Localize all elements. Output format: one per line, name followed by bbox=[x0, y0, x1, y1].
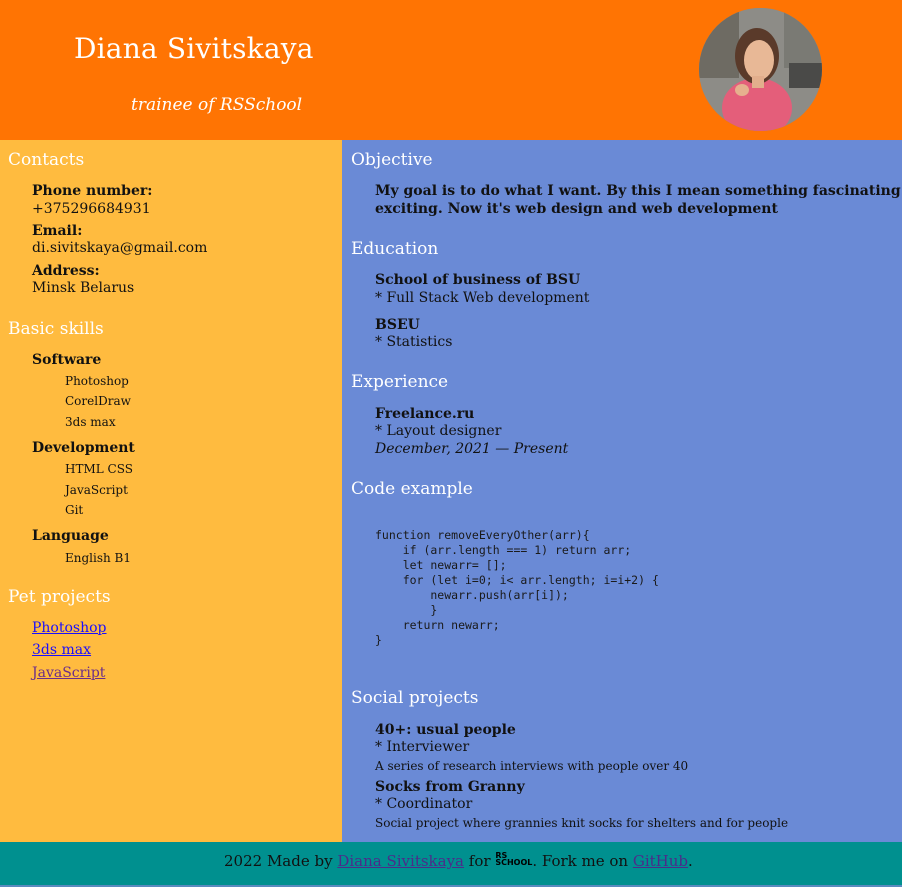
profile-photo bbox=[699, 8, 822, 131]
pet-project-link-3ds-max[interactable]: 3ds max bbox=[32, 642, 91, 658]
footer-made-by: 2022 Made by bbox=[224, 852, 338, 870]
skill-item: 3ds max bbox=[65, 415, 116, 429]
avatar bbox=[699, 8, 822, 131]
experience-heading: Experience bbox=[351, 372, 449, 392]
objective-text-line-2: exciting. Now it's web design and web de… bbox=[375, 201, 778, 217]
contacts-heading: Contacts bbox=[8, 150, 85, 170]
footer-for: for bbox=[464, 852, 496, 870]
code-example-heading: Code example bbox=[351, 479, 473, 499]
skill-item: JavaScript bbox=[65, 483, 128, 497]
social-project-desc: Social project where grannies knit socks… bbox=[375, 816, 789, 830]
social-project-title: 40+: usual people bbox=[375, 722, 516, 738]
author-link[interactable]: Diana Sivitskaya bbox=[337, 852, 464, 870]
experience-role: * Layout designer bbox=[375, 423, 502, 439]
skill-item: Photoshop bbox=[65, 374, 129, 388]
pet-project-link-javascript[interactable]: JavaScript bbox=[32, 665, 105, 681]
phone-label: Phone number: bbox=[32, 183, 153, 199]
objective-text-line-1: My goal is to do what I want. By this I … bbox=[375, 183, 902, 199]
code-block: function removeEveryOther(arr){ if (arr.… bbox=[375, 528, 659, 647]
social-project-role: * Coordinator bbox=[375, 796, 473, 812]
skills-heading: Basic skills bbox=[8, 319, 104, 339]
pet-projects-heading: Pet projects bbox=[8, 587, 111, 607]
education-detail: * Full Stack Web development bbox=[375, 290, 590, 306]
rs-school-logo[interactable]: RS SCHOOL bbox=[495, 852, 533, 867]
email-label: Email: bbox=[32, 223, 83, 239]
rs-logo-bottom: SCHOOL bbox=[495, 858, 533, 867]
address-label: Address: bbox=[32, 263, 100, 279]
objective-heading: Objective bbox=[351, 150, 433, 170]
subtitle: trainee of RSSchool bbox=[131, 95, 303, 115]
education-school: BSEU bbox=[375, 317, 420, 333]
skill-item: English B1 bbox=[65, 551, 131, 565]
pet-project-link-photoshop[interactable]: Photoshop bbox=[32, 620, 107, 636]
social-projects-heading: Social projects bbox=[351, 688, 479, 708]
footer-end: . bbox=[688, 852, 693, 870]
experience-company: Freelance.ru bbox=[375, 406, 475, 422]
skill-group-language: Language bbox=[32, 528, 109, 544]
phone-value: +375296684931 bbox=[32, 201, 151, 217]
github-link[interactable]: GitHub bbox=[633, 852, 688, 870]
education-heading: Education bbox=[351, 239, 439, 259]
skill-item: CorelDraw bbox=[65, 394, 131, 408]
social-project-desc: A series of research interviews with peo… bbox=[375, 759, 689, 773]
skill-group-software: Software bbox=[32, 352, 102, 368]
email-value: di.sivitskaya@gmail.com bbox=[32, 240, 208, 256]
address-value: Minsk Belarus bbox=[32, 280, 135, 296]
education-school: School of business of BSU bbox=[375, 272, 581, 288]
social-project-title: Socks from Granny bbox=[375, 779, 525, 795]
skill-item: HTML CSS bbox=[65, 462, 133, 476]
education-detail: * Statistics bbox=[375, 334, 453, 350]
social-project-role: * Interviewer bbox=[375, 739, 470, 755]
skill-group-development: Development bbox=[32, 440, 135, 456]
footer-text: 2022 Made by Diana Sivitskaya for RS SCHO… bbox=[224, 852, 693, 871]
skill-item: Git bbox=[65, 503, 84, 517]
page-title: Diana Sivitskaya bbox=[74, 32, 314, 65]
experience-period: December, 2021 — Present bbox=[375, 441, 569, 457]
footer-fork: . Fork me on bbox=[532, 852, 633, 870]
